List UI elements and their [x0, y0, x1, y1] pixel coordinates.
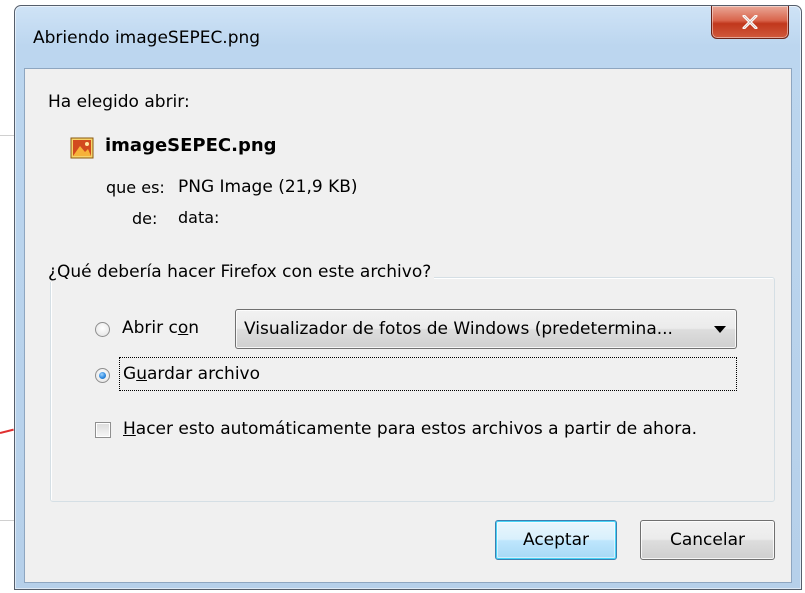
save-file-label[interactable]: Guardar archivo: [123, 364, 260, 384]
cancel-button[interactable]: Cancelar: [640, 520, 775, 560]
title-bar[interactable]: Abriendo imageSEPEC.png: [15, 6, 801, 68]
background-line: [0, 520, 14, 521]
png-image-icon: [70, 137, 94, 159]
save-file-radio[interactable]: [95, 368, 110, 383]
auto-action-label[interactable]: Hacer esto automáticamente para estos ar…: [123, 419, 697, 439]
dialog-body: Ha elegido abrir: imageSEPEC.png que es:…: [24, 68, 792, 583]
auto-action-checkbox[interactable]: [95, 422, 111, 438]
background-line: [0, 135, 14, 136]
open-with-label[interactable]: Abrir con: [122, 318, 199, 338]
application-select[interactable]: Visualizador de fotos de Windows (predet…: [235, 309, 737, 349]
from-label: de:: [132, 209, 158, 228]
action-group-legend: ¿Qué debería hacer Firefox con este arch…: [45, 262, 435, 282]
type-value: PNG Image (21,9 KB): [178, 177, 358, 197]
open-with-radio[interactable]: [95, 322, 110, 337]
close-button[interactable]: [711, 6, 789, 39]
from-value: data:: [178, 208, 220, 227]
chosen-to-open-label: Ha elegido abrir:: [48, 92, 190, 112]
type-label: que es:: [106, 178, 165, 197]
ok-button[interactable]: Aceptar: [495, 520, 617, 560]
background-red-stroke: [0, 428, 14, 434]
application-select-value: Visualizador de fotos de Windows (predet…: [244, 319, 673, 339]
window-title: Abriendo imageSEPEC.png: [33, 28, 261, 48]
dialog-window: Abriendo imageSEPEC.png Ha elegido abrir…: [14, 5, 802, 590]
close-icon: [742, 15, 758, 29]
file-name: imageSEPEC.png: [105, 135, 277, 156]
dropdown-arrow-icon: [714, 326, 726, 333]
